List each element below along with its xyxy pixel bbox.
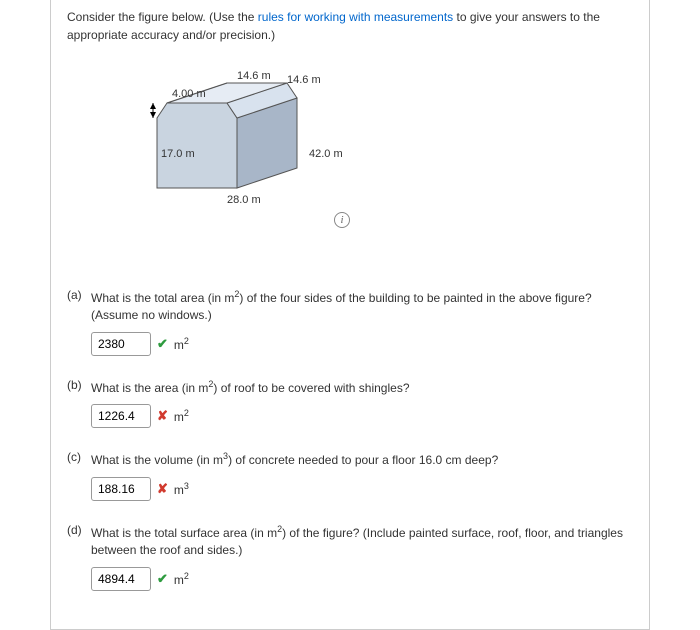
label-roof-right: 14.6 m — [287, 74, 321, 86]
rules-link[interactable]: rules for working with measurements — [258, 10, 453, 24]
question-d: (d) What is the total surface area (in m… — [67, 523, 633, 591]
cross-icon: ✘ — [157, 408, 168, 424]
question-c: (c) What is the volume (in m3) of concre… — [67, 450, 633, 501]
cross-icon: ✘ — [157, 481, 168, 497]
question-b: (b) What is the area (in m2) of roof to … — [67, 378, 633, 429]
unit-c: m3 — [174, 481, 189, 497]
answer-input-d[interactable] — [91, 567, 151, 591]
q-text-c: What is the volume (in m3) of concrete n… — [91, 450, 633, 469]
unit-b: m2 — [174, 408, 189, 424]
info-icon[interactable]: i — [334, 212, 350, 228]
q-label-d: (d) — [67, 523, 91, 591]
label-peak-drop: 4.00 m — [172, 88, 206, 100]
answer-input-c[interactable] — [91, 477, 151, 501]
answer-input-a[interactable] — [91, 332, 151, 356]
questions-block: (a) What is the total area (in m2) of th… — [67, 288, 633, 591]
answer-input-b[interactable] — [91, 404, 151, 428]
figure-area: 14.6 m 14.6 m 4.00 m 17.0 m 28.0 m 42.0 … — [67, 48, 633, 228]
unit-a: m2 — [174, 336, 189, 352]
q-text-d: What is the total surface area (in m2) o… — [91, 523, 633, 559]
q-label-c: (c) — [67, 450, 91, 501]
label-width: 42.0 m — [309, 148, 343, 160]
question-a: (a) What is the total area (in m2) of th… — [67, 288, 633, 356]
prompt-pre: Consider the figure below. (Use the — [67, 10, 258, 24]
label-roof-left: 14.6 m — [237, 70, 271, 82]
prompt-text: Consider the figure below. (Use the rule… — [67, 8, 633, 44]
q-text-a: What is the total area (in m2) of the fo… — [91, 288, 633, 324]
q-text-b: What is the area (in m2) of roof to be c… — [91, 378, 633, 397]
check-icon: ✔ — [157, 336, 168, 352]
check-icon: ✔ — [157, 571, 168, 587]
problem-container: Consider the figure below. (Use the rule… — [50, 0, 650, 630]
unit-d: m2 — [174, 571, 189, 587]
q-label-b: (b) — [67, 378, 91, 429]
label-depth: 28.0 m — [227, 194, 261, 206]
label-height: 17.0 m — [161, 148, 195, 160]
q-label-a: (a) — [67, 288, 91, 356]
